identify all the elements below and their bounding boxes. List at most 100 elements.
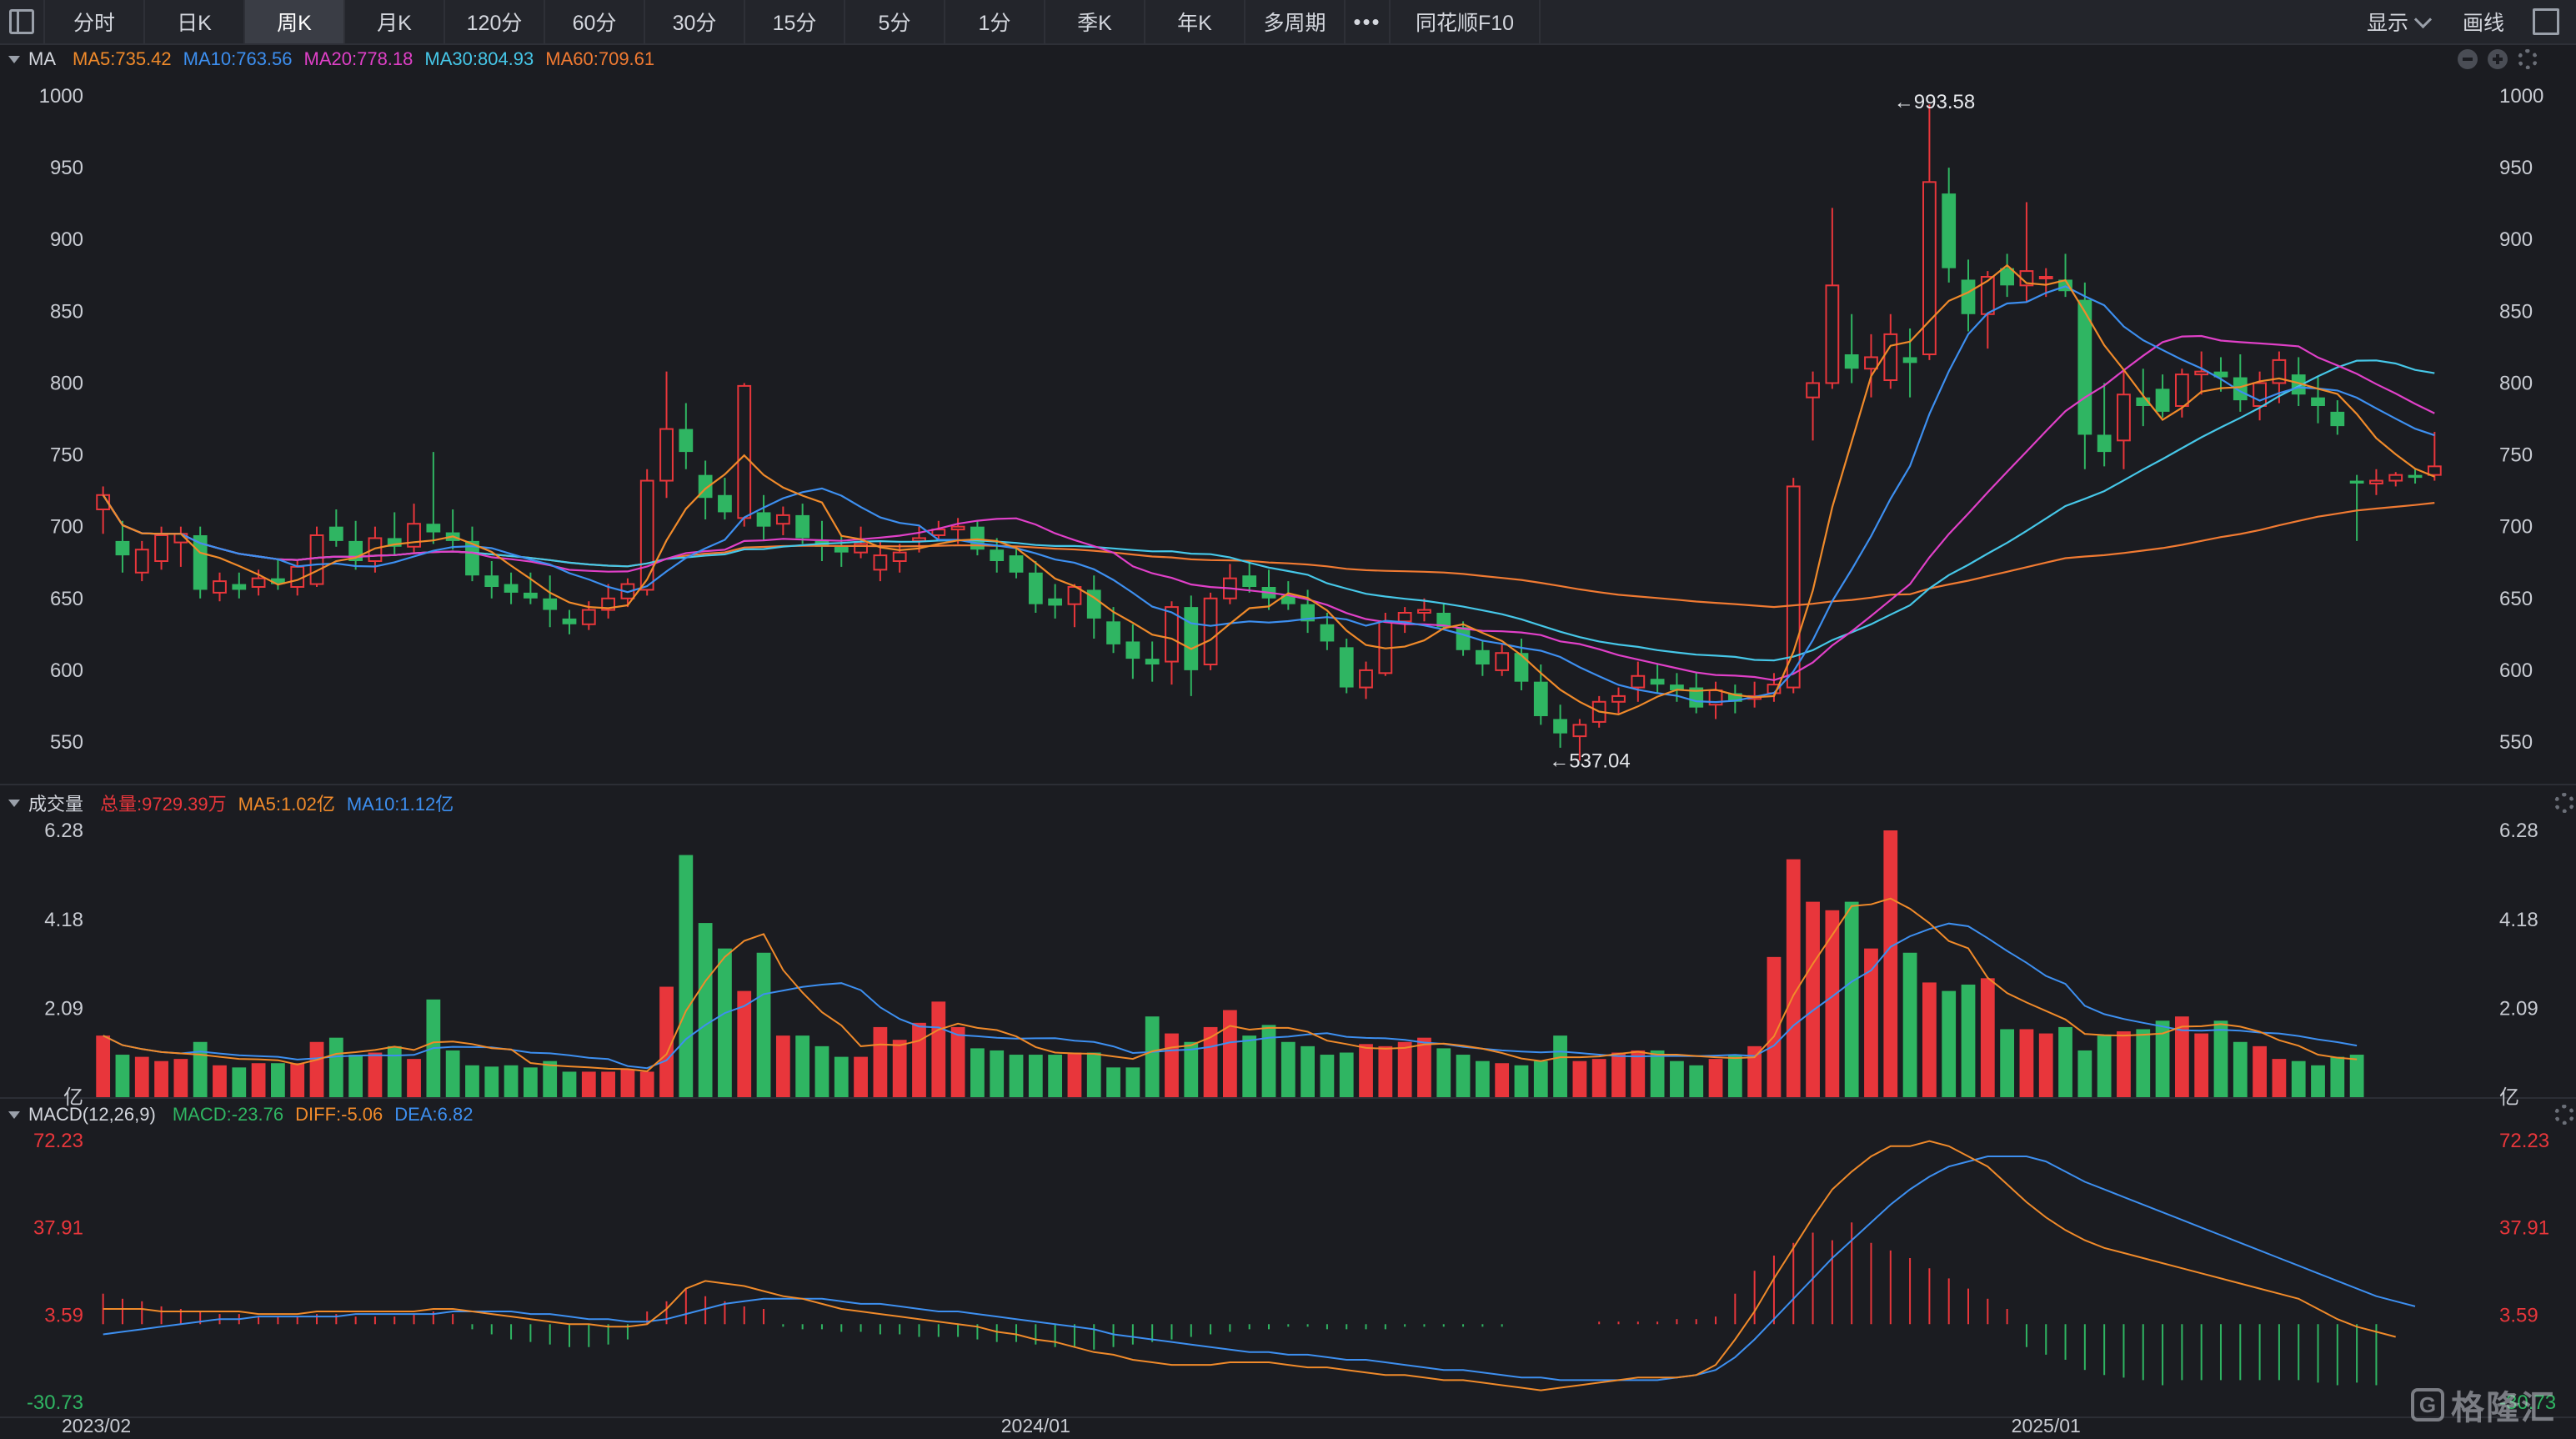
volume-bar <box>1883 830 1898 1097</box>
volume-bar <box>173 1059 188 1097</box>
candle-body-down <box>1184 607 1199 670</box>
dea-line <box>103 1156 2416 1381</box>
volume-bar <box>814 1045 829 1097</box>
price-tick-left: 800 <box>50 372 83 394</box>
volume-bar <box>1514 1065 1529 1097</box>
price-tick-right: 650 <box>2499 588 2533 610</box>
candle-body-up <box>639 479 654 591</box>
candle-body-down <box>1650 679 1665 685</box>
candle-body-up <box>1495 652 1510 671</box>
macd-tick-left: 37.91 <box>33 1217 83 1240</box>
x-tick-label: 2025/01 <box>2012 1415 2081 1436</box>
candle-body-down <box>2311 397 2325 406</box>
candle-body-down <box>328 526 343 541</box>
volume-bar <box>1417 1037 1431 1097</box>
volume-bar <box>465 1065 479 1097</box>
volume-bar <box>193 1041 208 1097</box>
price-tick-left: 900 <box>50 228 83 251</box>
volume-bar <box>970 1048 985 1097</box>
volume-bar <box>892 1040 907 1097</box>
volume-bar <box>698 923 713 1097</box>
candle-body-up <box>154 534 168 562</box>
price-tick-right: 550 <box>2499 731 2533 754</box>
candle-body-up <box>1922 181 1937 355</box>
volume-bar <box>854 1056 868 1097</box>
kline-chart[interactable]: ←993.58 ←537.04 1000 1000 950 950 900 900 850 85… <box>0 0 2576 1439</box>
volume-bar <box>1980 978 1995 1097</box>
candle-body-down <box>1028 572 1043 604</box>
axis-labels-layer: 1000 1000 950 950 900 900 850 850 800 800 750 750 70… <box>27 85 2556 1436</box>
volume-bar <box>1961 984 1976 1097</box>
candle-body-down <box>718 494 732 513</box>
volume-bar <box>1670 1060 1684 1097</box>
volume-bar <box>2253 1045 2267 1097</box>
volume-bar <box>2136 1029 2151 1097</box>
volume-bar <box>1806 901 1820 1097</box>
volume-bar <box>795 1035 810 1097</box>
candle-body-down <box>115 540 130 556</box>
candle-body-up <box>892 551 907 563</box>
volume-bar <box>2233 1041 2248 1097</box>
candle-body-down <box>484 575 499 587</box>
candle-body-up <box>2038 276 2053 279</box>
volume-bar <box>1631 1050 1646 1097</box>
volume-bar <box>1611 1052 1626 1097</box>
volume-bar <box>232 1067 247 1097</box>
candle-body-down <box>1145 659 1160 664</box>
volume-bar <box>2077 1050 2092 1097</box>
candle-body-down <box>1106 621 1120 644</box>
volume-bar <box>2330 1056 2345 1097</box>
price-tick-right: 1000 <box>2499 85 2543 108</box>
candle-body-up <box>1417 609 1431 614</box>
candle-body-up <box>2174 374 2189 408</box>
volume-tick-left: 6.28 <box>44 820 83 842</box>
volume-bar <box>543 1060 558 1097</box>
volume-bar <box>2213 1020 2228 1097</box>
volume-bar <box>1009 1055 1024 1097</box>
volume-bar <box>990 1050 1005 1097</box>
volume-bar <box>679 855 694 1097</box>
macd-tick-left: 3.59 <box>44 1304 83 1326</box>
volume-bar <box>562 1071 577 1097</box>
candle-body-up <box>2194 370 2209 376</box>
watermark: G 格隆汇 <box>2411 1381 2556 1429</box>
volume-bar <box>1650 1050 1665 1097</box>
volume-bar <box>251 1063 266 1097</box>
volume-bar <box>2058 1026 2072 1097</box>
price-tick-right: 950 <box>2499 157 2533 179</box>
price-tick-left: 950 <box>50 157 83 179</box>
volume-bar <box>1553 1035 1567 1097</box>
volume-bar <box>1222 1010 1237 1097</box>
volume-bar <box>445 1050 460 1097</box>
volume-bar <box>1280 1041 1296 1097</box>
candle-body-down <box>756 512 771 527</box>
candle-body-up <box>251 577 266 589</box>
candle-body-down <box>2349 480 2364 484</box>
volume-bar <box>115 1055 130 1097</box>
candle-body-down <box>1242 575 1257 587</box>
volume-tick-left: 2.09 <box>44 998 83 1020</box>
candle-body-down <box>1339 647 1354 688</box>
volume-bar <box>1339 1052 1354 1097</box>
volume-bar <box>1456 1055 1471 1097</box>
volume-bar <box>523 1067 538 1097</box>
candle-body-up <box>1883 333 1898 381</box>
volume-bar <box>328 1037 343 1097</box>
x-tick-label: 2023/02 <box>62 1415 131 1436</box>
volume-bar <box>1028 1055 1043 1097</box>
price-tick-left: 1000 <box>39 85 83 108</box>
volume-bar <box>407 1059 421 1097</box>
volume-bar <box>2000 1029 2015 1097</box>
watermark-text: 格隆汇 <box>2451 1390 2556 1426</box>
candle-body-up <box>1806 382 1820 399</box>
candle-body-up <box>2369 479 2383 484</box>
volume-bar <box>950 1026 965 1097</box>
candle-body-up <box>2117 394 2131 442</box>
volume-bar <box>1086 1052 1101 1097</box>
volume-tick-right: 2.09 <box>2499 998 2538 1020</box>
candle-body-down <box>2330 411 2345 427</box>
candle-body-down <box>1844 354 1859 369</box>
price-tick-left: 750 <box>50 444 83 467</box>
volume-bar <box>1048 1055 1063 1097</box>
volume-bar <box>134 1056 149 1097</box>
